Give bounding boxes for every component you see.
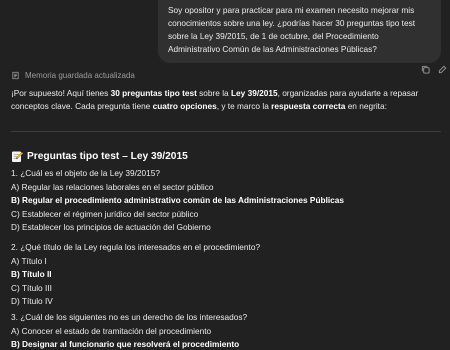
- question-2: 2. ¿Qué título de la Ley regula los inte…: [11, 241, 260, 309]
- intro-bold: 30 preguntas tipo test: [110, 88, 197, 98]
- intro-bold: Ley 39/2015: [230, 88, 278, 98]
- question-3: 3. ¿Cuál de los siguientes no es un dere…: [11, 311, 247, 350]
- answer-option: D) Título IV: [11, 296, 53, 307]
- answer-option-correct: B) Regular el procedimiento administrati…: [11, 195, 345, 206]
- intro-text: sobre la: [196, 88, 231, 98]
- user-message-text: Soy opositor y para practicar para mi ex…: [168, 5, 416, 54]
- answer-option: A) Conocer el estado de tramitación del …: [11, 325, 212, 336]
- chat-view: Soy opositor y para practicar para mi ex…: [0, 0, 450, 350]
- question-1: 1. ¿Cuál es el objeto de la Ley 39/2015?…: [11, 167, 344, 235]
- answer-option-correct: B) Designar al funcionario que resolverá…: [11, 339, 240, 350]
- message-actions: [421, 61, 447, 74]
- question-title: 3. ¿Cuál de los siguientes no es un dere…: [11, 312, 248, 322]
- section-heading-text: Preguntas tipo test – Ley 39/2015: [27, 151, 188, 162]
- memory-notice-text: Memoria guardada actualizada: [25, 71, 135, 80]
- copy-icon[interactable]: [421, 61, 430, 74]
- memory-icon: [11, 71, 20, 80]
- intro-bold: cuatro opciones: [152, 101, 217, 111]
- memory-updated-notice[interactable]: Memoria guardada actualizada: [11, 71, 135, 80]
- memo-icon: [11, 150, 24, 163]
- user-message-bubble: Soy opositor y para practicar para mi ex…: [158, 0, 441, 63]
- assistant-intro: ¡Por supuesto! Aquí tienes 30 preguntas …: [11, 87, 441, 113]
- divider: [11, 131, 441, 132]
- answer-option: C) Establecer el régimen jurídico del se…: [11, 208, 199, 219]
- answer-option: C) Título III: [11, 282, 52, 293]
- answer-option: A) Regular las relaciones laborales en e…: [11, 181, 214, 192]
- intro-text: ¡Por supuesto! Aquí tienes: [11, 88, 111, 98]
- section-heading: Preguntas tipo test – Ley 39/2015: [11, 150, 188, 163]
- answer-option-correct: B) Título II: [11, 269, 52, 280]
- intro-bold: respuesta correcta: [271, 101, 346, 111]
- answer-option: A) Título I: [11, 255, 47, 266]
- question-title: 2. ¿Qué título de la Ley regula los inte…: [11, 242, 261, 252]
- question-title: 1. ¿Cuál es el objeto de la Ley 39/2015?: [11, 168, 160, 178]
- answer-option: D) Establecer los principios de actuació…: [11, 222, 211, 233]
- edit-icon[interactable]: [438, 61, 447, 74]
- intro-text: en negrita:: [345, 101, 387, 111]
- intro-text: , y te marco la: [216, 101, 272, 111]
